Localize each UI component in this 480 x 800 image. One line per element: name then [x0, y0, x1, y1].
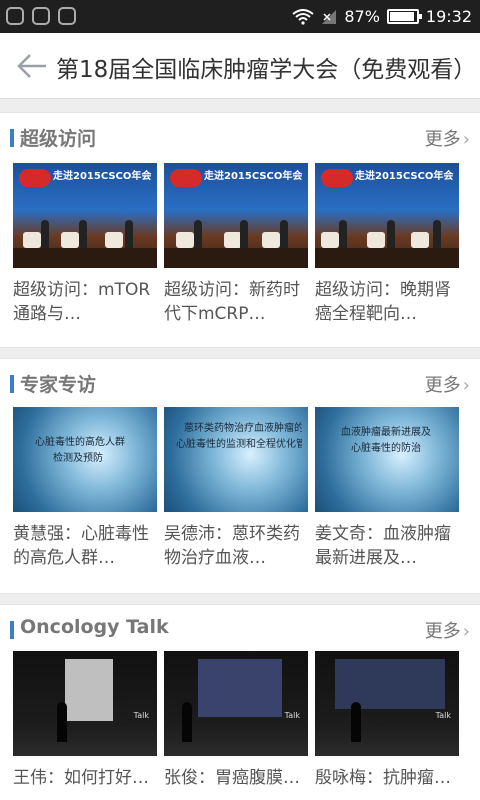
- thumbnail-banner: 走进2015CSCO年会: [53, 171, 152, 182]
- notification-icon: [32, 7, 50, 25]
- video-title: 殷咏梅：抗肿瘤…: [315, 768, 451, 788]
- video-thumbnail: 血液肿瘤最新进展及 心脏毒性的防治: [315, 407, 459, 512]
- video-thumbnail: 走进2015CSCO年会: [315, 163, 459, 268]
- video-card[interactable]: Talk 殷咏梅：抗肿瘤…: [315, 651, 459, 800]
- video-title: 姜文奇：血液肿瘤最新进展及…: [315, 524, 451, 568]
- video-title: 超级访问：mTOR通路与…: [13, 280, 151, 324]
- section-accent-bar: [10, 129, 14, 147]
- program-logo: [321, 169, 353, 187]
- wifi-icon: [292, 8, 314, 25]
- program-logo: [170, 169, 202, 187]
- status-right: 87% 19:32: [292, 0, 472, 33]
- slide-subtitle: 检测及预防: [53, 453, 103, 464]
- talk-label: Talk: [284, 711, 300, 720]
- section-accent-bar: [10, 621, 14, 639]
- section-header: 超级访问 更多 ›: [0, 113, 480, 159]
- slide-subtitle: 心脏毒性的防治: [351, 443, 421, 454]
- more-label: 更多: [424, 375, 461, 396]
- status-left-icons: [6, 7, 76, 25]
- slide-title: 蒽环类药物治疗血液肿瘤的: [184, 423, 302, 434]
- video-card[interactable]: Talk 王伟：如何打好…: [13, 651, 157, 800]
- video-title: 超级访问：新药时代下mCRP…: [164, 280, 300, 324]
- talk-label: Talk: [133, 711, 149, 720]
- signal-icon: [322, 9, 337, 24]
- clock: 19:32: [425, 7, 472, 26]
- thumbnail-banner: 走进2015CSCO年会: [204, 171, 303, 182]
- video-card[interactable]: 血液肿瘤最新进展及 心脏毒性的防治 姜文奇：血液肿瘤最新进展及…: [315, 407, 459, 570]
- video-card[interactable]: 走进2015CSCO年会 超级访问：新药时代下mCRP…: [164, 163, 308, 326]
- more-label: 更多: [424, 621, 461, 642]
- video-card[interactable]: 心脏毒性的高危人群 检测及预防 黄慧强：心脏毒性的高危人群…: [13, 407, 157, 570]
- section-super-interview: 超级访问 更多 › 走进2015CSCO年会 超级访问：mTOR通路与… 走进20…: [0, 112, 480, 348]
- battery-level: [389, 12, 415, 21]
- video-thumbnail: 蒽环类药物治疗血液肿瘤的 心脏毒性的监测和全程优化管理: [164, 407, 308, 512]
- talk-label: Talk: [435, 711, 451, 720]
- video-thumbnail: Talk: [13, 651, 157, 756]
- chevron-right-icon: ›: [462, 621, 470, 642]
- section-title: 专家专访: [20, 374, 97, 396]
- slide-title: 心脏毒性的高危人群: [35, 437, 125, 448]
- video-card[interactable]: 走进2015CSCO年会 超级访问：mTOR通路与…: [13, 163, 157, 326]
- video-title: 王伟：如何打好…: [13, 768, 149, 788]
- more-link[interactable]: 更多 ›: [425, 125, 470, 151]
- back-arrow-icon[interactable]: [16, 51, 48, 81]
- status-bar: 87% 19:32: [0, 0, 480, 33]
- video-thumbnail: Talk: [164, 651, 308, 756]
- more-link[interactable]: 更多 ›: [425, 371, 470, 397]
- video-thumbnail: Talk: [315, 651, 459, 756]
- video-thumbnail: 走进2015CSCO年会: [13, 163, 157, 268]
- section-oncology-talk: Oncology Talk 更多 › Talk 王伟：如何打好… Talk 张俊：…: [0, 604, 480, 800]
- section-header: Oncology Talk 更多 ›: [0, 605, 480, 651]
- slide-subtitle: 心脏毒性的监测和全程优化管理: [176, 439, 302, 450]
- battery-icon: [386, 9, 422, 24]
- notification-icon: [6, 7, 24, 25]
- section-title: Oncology Talk: [20, 616, 169, 638]
- video-title: 黄慧强：心脏毒性的高危人群…: [13, 524, 149, 568]
- video-thumbnail: 心脏毒性的高危人群 检测及预防: [13, 407, 157, 512]
- section-accent-bar: [10, 375, 14, 393]
- section-title: 超级访问: [20, 128, 97, 150]
- image-notification-icon: [58, 7, 76, 25]
- slide-title: 血液肿瘤最新进展及: [341, 427, 431, 438]
- chevron-right-icon: ›: [462, 129, 470, 150]
- video-title: 张俊：胃癌腹膜…: [164, 768, 300, 788]
- more-link[interactable]: 更多 ›: [425, 617, 470, 643]
- video-title: 吴德沛：蒽环类药物治疗血液…: [164, 524, 300, 568]
- title-bar: 第18届全国临床肿瘤学大会（免费观看）: [0, 33, 480, 99]
- more-label: 更多: [424, 129, 461, 150]
- thumbnail-banner: 走进2015CSCO年会: [355, 171, 454, 182]
- video-card[interactable]: 走进2015CSCO年会 超级访问：晚期肾癌全程靶向…: [315, 163, 459, 326]
- video-thumbnail: 走进2015CSCO年会: [164, 163, 308, 268]
- battery-percent: 87%: [344, 7, 380, 26]
- section-header: 专家专访 更多 ›: [0, 359, 480, 405]
- program-logo: [19, 169, 51, 187]
- video-card[interactable]: Talk 张俊：胃癌腹膜…: [164, 651, 308, 800]
- video-card[interactable]: 蒽环类药物治疗血液肿瘤的 心脏毒性的监测和全程优化管理 吴德沛：蒽环类药物治疗血…: [164, 407, 308, 570]
- chevron-right-icon: ›: [462, 375, 470, 396]
- video-title: 超级访问：晚期肾癌全程靶向…: [315, 280, 451, 324]
- section-expert-interview: 专家专访 更多 › 心脏毒性的高危人群 检测及预防 黄慧强：心脏毒性的高危人群… …: [0, 358, 480, 594]
- page-title: 第18届全国临床肿瘤学大会（免费观看）: [56, 57, 477, 83]
